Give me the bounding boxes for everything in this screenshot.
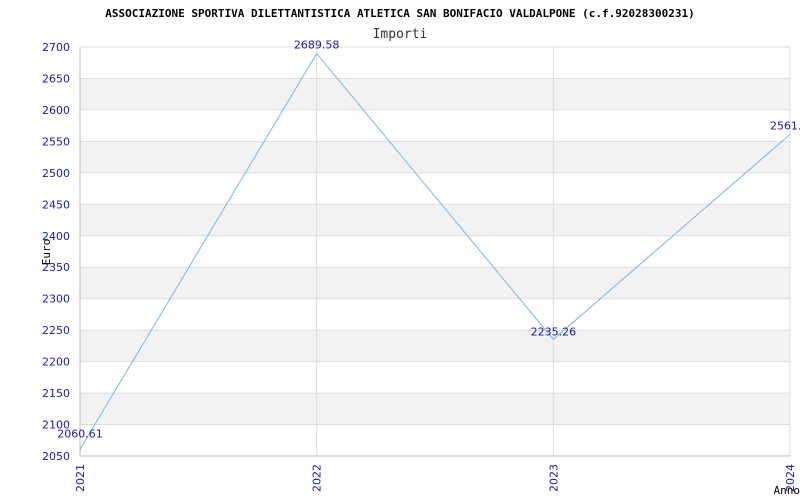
x-tick-labels: 2021 2022 2023 2024 <box>74 464 797 492</box>
x-tick-label: 2023 <box>547 464 560 492</box>
line-chart: 2050210021502200225023002350240024502500… <box>40 7 800 497</box>
grid-band <box>80 330 790 362</box>
x-tick-label: 2021 <box>74 464 87 492</box>
alternating-bands <box>80 78 790 425</box>
y-tick-label: 2150 <box>42 387 70 400</box>
y-tick-label: 2650 <box>42 72 70 85</box>
x-axis-label: Anno <box>774 484 800 497</box>
y-tick-label: 2200 <box>42 356 70 369</box>
y-tick-label: 2050 <box>42 450 70 463</box>
data-label: 2235.26 <box>531 325 577 338</box>
y-tick-label: 2450 <box>42 198 70 211</box>
grid-band <box>80 204 790 236</box>
y-tick-label: 2550 <box>42 135 70 148</box>
grid-band <box>80 141 790 173</box>
y-tick-label: 2250 <box>42 324 70 337</box>
y-tick-label: 2500 <box>42 167 70 180</box>
data-label: 2561.0 <box>770 119 800 132</box>
data-label: 2060.61 <box>57 427 103 440</box>
grid-band <box>80 78 790 110</box>
x-tick-label: 2022 <box>311 464 324 492</box>
y-tick-label: 2700 <box>42 41 70 54</box>
y-tick-label: 2600 <box>42 104 70 117</box>
data-label: 2689.58 <box>294 39 340 52</box>
chart-subtitle: Importi <box>373 27 428 42</box>
series-line <box>79 52 791 450</box>
grid-band <box>80 393 790 425</box>
y-tick-label: 2300 <box>42 293 70 306</box>
y-axis-label: Euro <box>40 239 53 266</box>
chart-title: ASSOCIAZIONE SPORTIVA DILETTANTISTICA AT… <box>105 7 694 20</box>
